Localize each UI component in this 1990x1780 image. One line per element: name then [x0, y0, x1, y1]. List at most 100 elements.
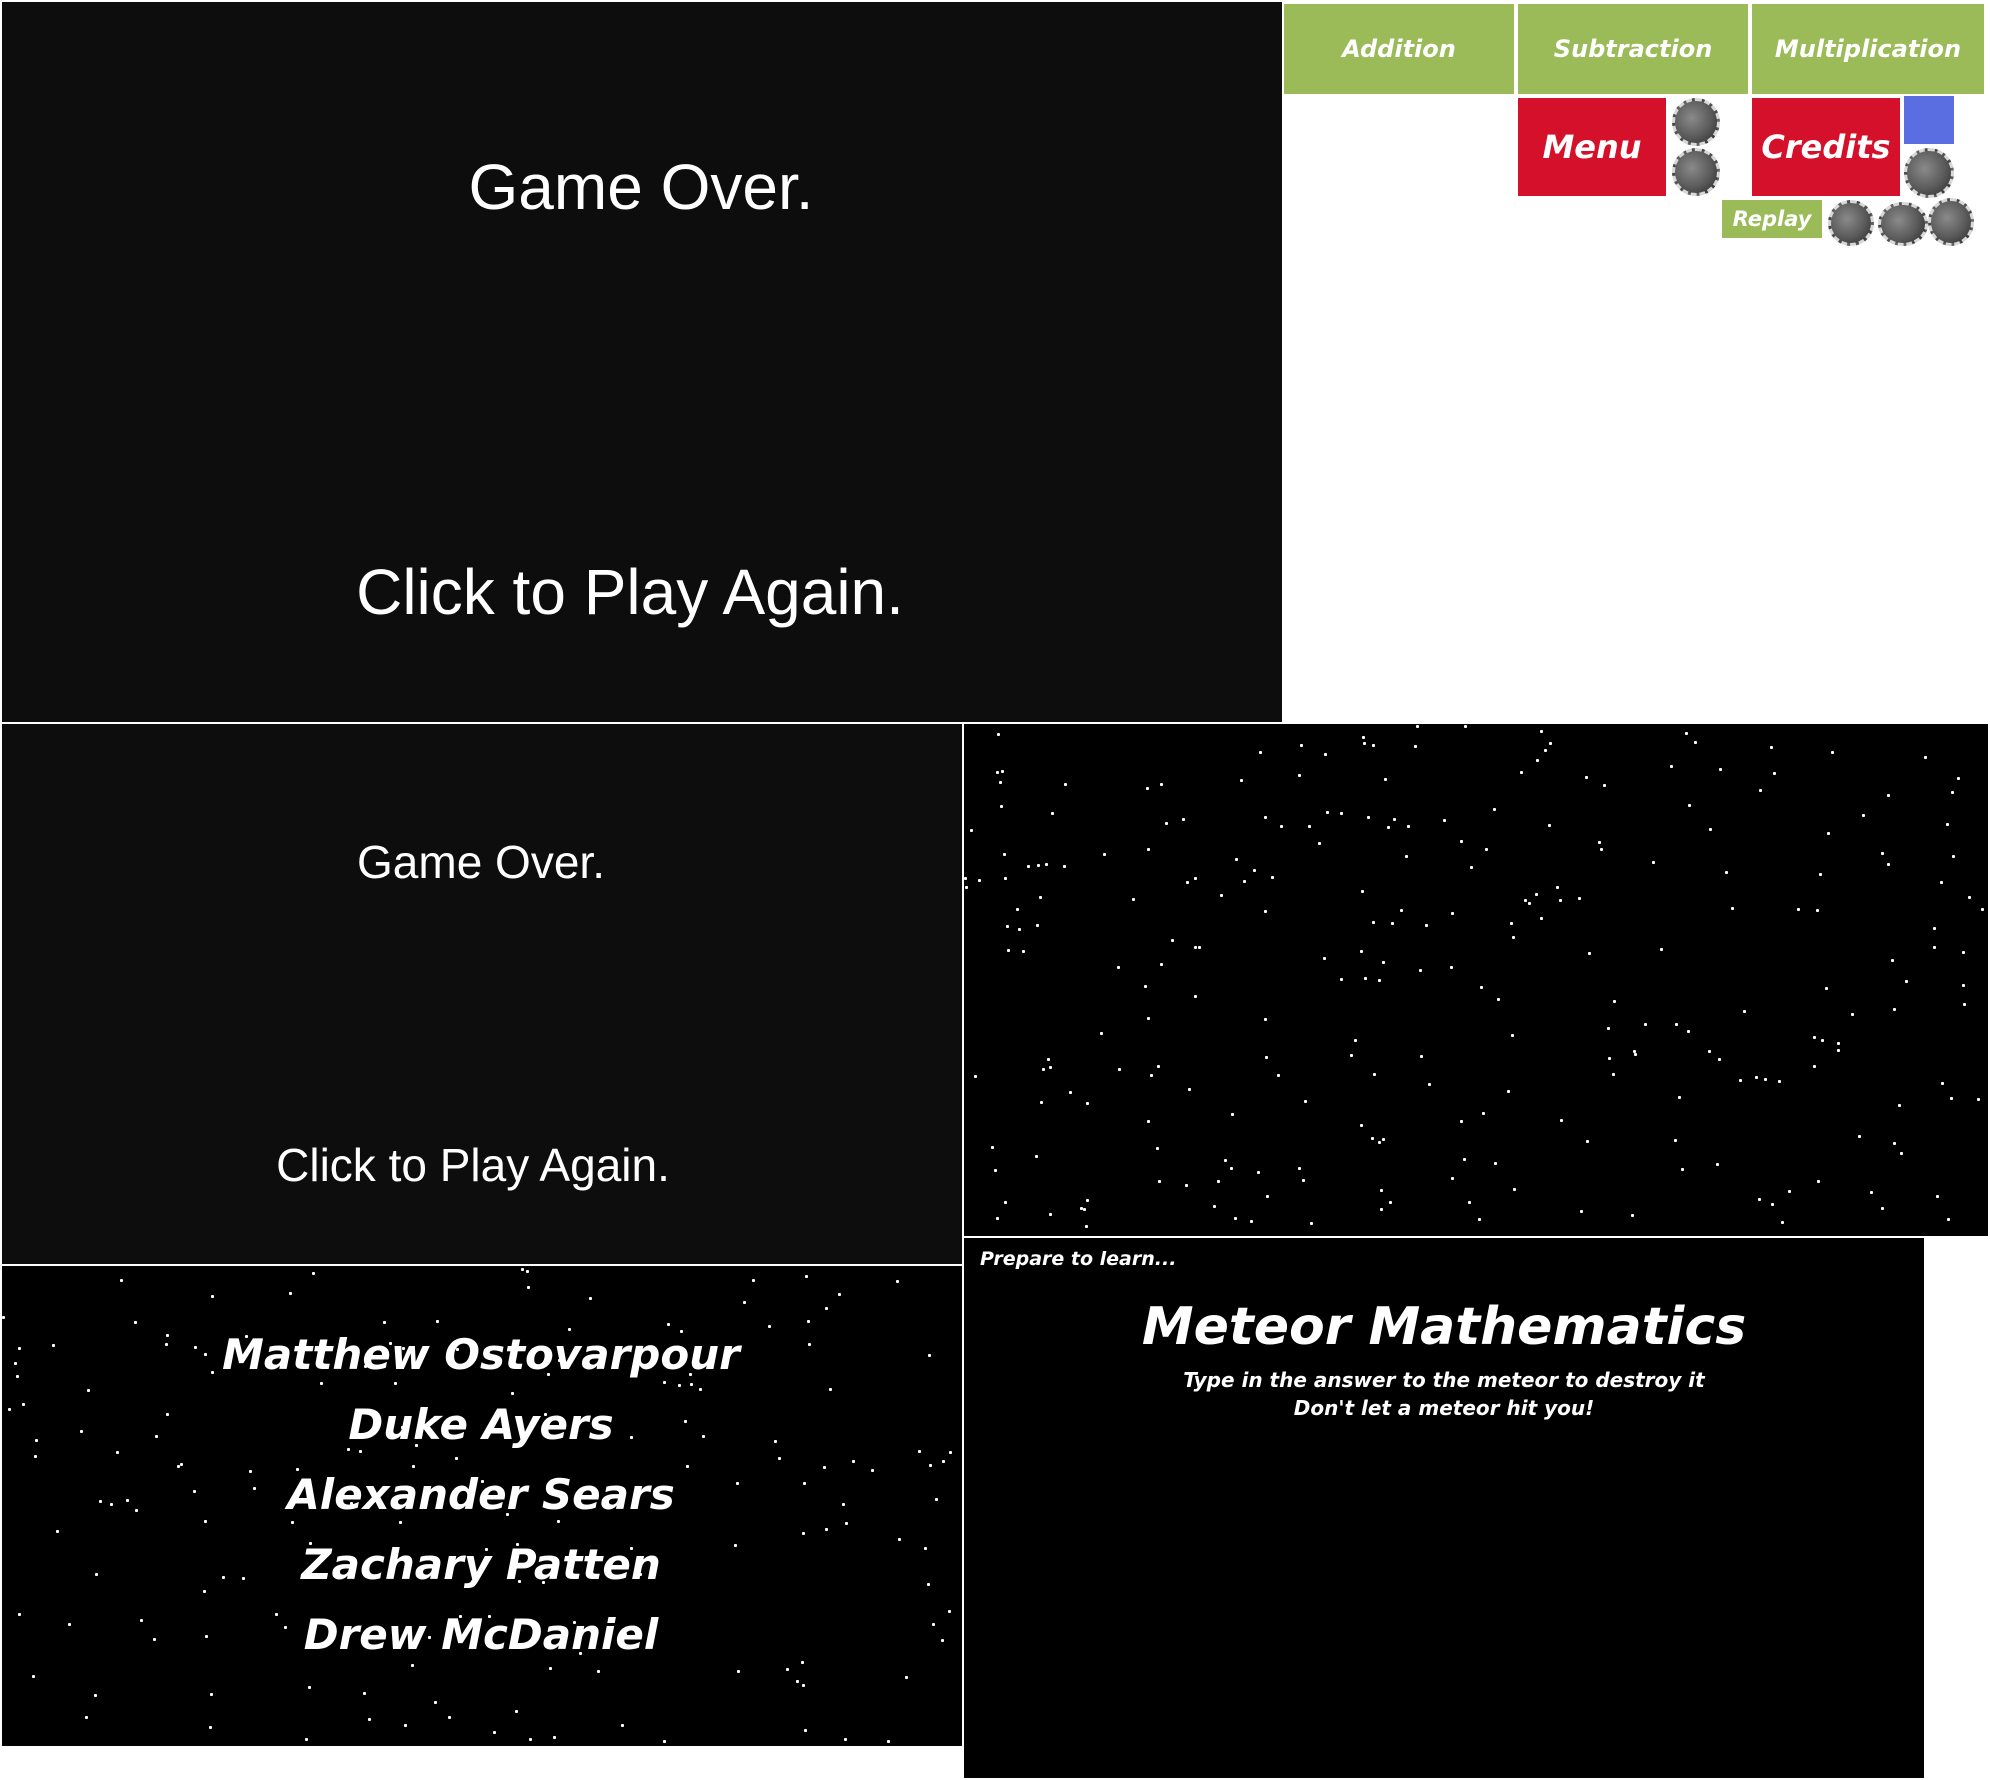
star [1047, 1058, 1050, 1061]
star [1160, 783, 1163, 786]
star [1797, 908, 1800, 911]
star [1817, 1180, 1820, 1183]
star [1022, 950, 1025, 953]
instruction-line-2: Don't let a meteor hit you! [1293, 1396, 1595, 1420]
multiplication-button[interactable]: Multiplication [1750, 2, 1986, 96]
credit-name: Zachary Patten [301, 1540, 661, 1589]
star [305, 1738, 308, 1741]
star [1644, 1023, 1647, 1026]
game-over-title: Game Over. [468, 151, 814, 223]
star [1612, 1073, 1615, 1076]
star [1719, 768, 1722, 771]
meteor-sprite-4-icon [1828, 200, 1874, 246]
star [1132, 898, 1135, 901]
star [1771, 1203, 1774, 1206]
meteor-sprite-3-icon [1904, 148, 1954, 198]
star [1340, 978, 1343, 981]
star [1224, 1159, 1227, 1162]
star [521, 1268, 524, 1271]
star [1069, 1091, 1072, 1094]
meteor-sprite-6-icon [1928, 198, 1974, 246]
star [1364, 977, 1367, 980]
star [1042, 1068, 1045, 1071]
star [1006, 925, 1009, 928]
star [970, 829, 973, 832]
star [1891, 959, 1894, 962]
star [1004, 877, 1007, 880]
star [1036, 924, 1039, 927]
star [1773, 772, 1776, 775]
credits-button[interactable]: Credits [1750, 96, 1902, 198]
star [1936, 1195, 1939, 1198]
star [209, 1726, 212, 1729]
star [210, 1693, 213, 1696]
star [1371, 1137, 1374, 1140]
credit-name: Duke Ayers [348, 1400, 614, 1449]
star [1778, 1080, 1781, 1083]
addition-button[interactable]: Addition [1282, 2, 1516, 96]
star [1158, 1180, 1161, 1183]
star [1393, 818, 1396, 821]
star [1265, 1056, 1268, 1059]
subtraction-button[interactable]: Subtraction [1516, 2, 1750, 96]
star [805, 1275, 808, 1278]
star [1380, 1189, 1383, 1192]
star [1323, 957, 1326, 960]
star [1231, 1113, 1234, 1116]
star [1350, 1054, 1353, 1057]
star [1540, 730, 1543, 733]
star [1235, 858, 1238, 861]
star [1304, 1100, 1307, 1103]
star [1425, 924, 1428, 927]
star [1040, 1101, 1043, 1104]
star [1049, 1213, 1052, 1216]
menu-button[interactable]: Menu [1516, 96, 1668, 198]
star [1524, 899, 1527, 902]
star [1831, 751, 1834, 754]
star [1083, 1208, 1086, 1211]
star [404, 1724, 407, 1727]
star [1725, 871, 1728, 874]
star [2, 1316, 5, 1319]
star [1607, 1027, 1610, 1030]
star [1731, 907, 1734, 910]
star [1360, 1124, 1363, 1127]
star [1585, 776, 1588, 779]
star [1670, 765, 1673, 768]
star [1600, 848, 1603, 851]
star [1941, 1082, 1944, 1085]
star [1264, 910, 1267, 913]
play-again-prompt[interactable]: Click to Play Again. [0, 555, 1260, 629]
star [1511, 1034, 1514, 1037]
game-over-title-small: Game Over. [357, 836, 605, 888]
star [1678, 1096, 1681, 1099]
star [1451, 1177, 1454, 1180]
star [1674, 1139, 1677, 1142]
star [1147, 848, 1150, 851]
star [1660, 948, 1663, 951]
replay-button[interactable]: Replay [1720, 198, 1824, 240]
star [1340, 812, 1343, 815]
star [1485, 848, 1488, 851]
star [1887, 863, 1890, 866]
star [1018, 928, 1021, 931]
star [964, 877, 967, 880]
star [1478, 1218, 1481, 1221]
star [1675, 1023, 1678, 1026]
star [1308, 825, 1311, 828]
star [1549, 742, 1552, 745]
star [838, 1293, 841, 1296]
star [1250, 1220, 1253, 1223]
star [1086, 1102, 1089, 1105]
star [1633, 1050, 1636, 1053]
star [1535, 893, 1538, 896]
star [1451, 912, 1454, 915]
star [1194, 946, 1197, 949]
play-again-prompt-small[interactable]: Click to Play Again. [0, 1138, 946, 1192]
star [1156, 1147, 1159, 1150]
star [1837, 1042, 1840, 1045]
star [1743, 1010, 1746, 1013]
credit-name: Matthew Ostovarpour [222, 1330, 740, 1379]
star [434, 1701, 437, 1704]
star [1354, 1039, 1357, 1042]
